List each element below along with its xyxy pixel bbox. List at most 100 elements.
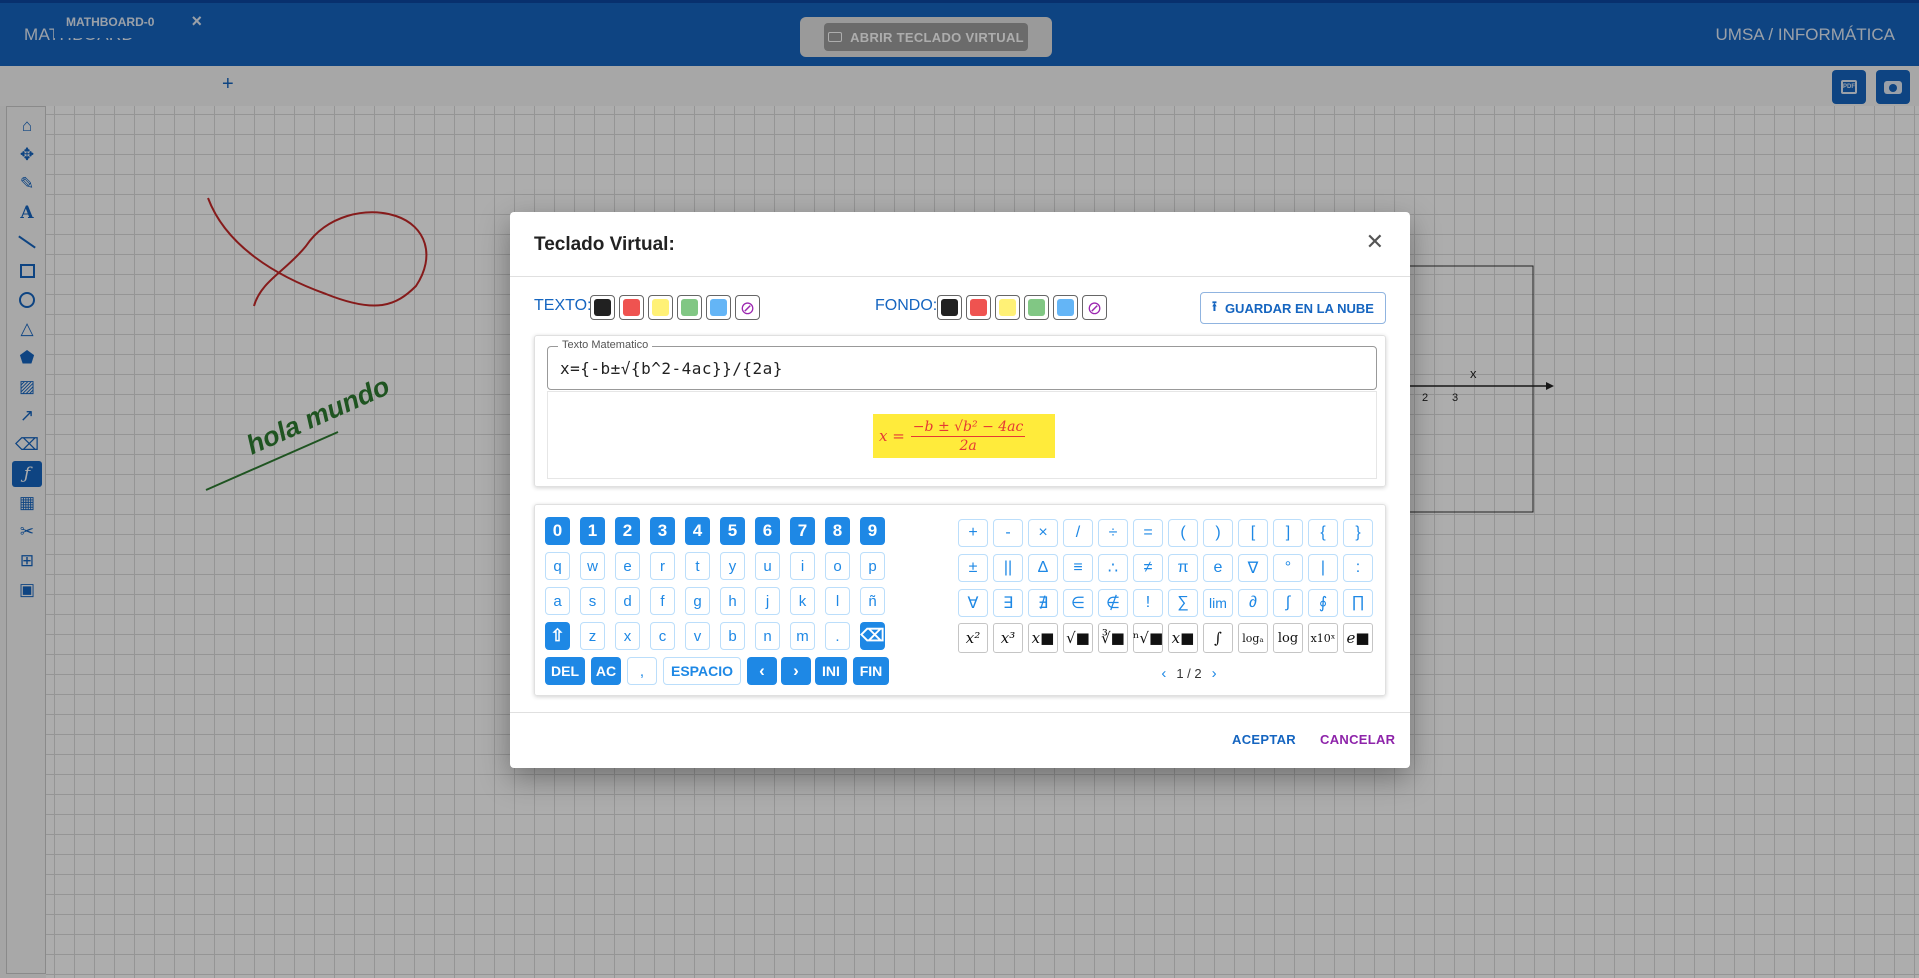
tpl-sqrt[interactable]: √■ bbox=[1063, 623, 1093, 653]
cursor-right-key[interactable]: › bbox=[781, 657, 811, 685]
tpl-log-base[interactable]: logₐ bbox=[1238, 623, 1268, 653]
sym-integral[interactable]: ∫ bbox=[1273, 589, 1303, 617]
key-m[interactable]: m bbox=[790, 622, 815, 650]
key-a[interactable]: a bbox=[545, 587, 570, 615]
text-color-yellow[interactable] bbox=[648, 295, 673, 320]
key-f[interactable]: f bbox=[650, 587, 675, 615]
math-text-field[interactable]: Texto Matematico x={-b±√{b^2-4ac}}/{2a} bbox=[547, 339, 1377, 390]
tpl-square[interactable]: x² bbox=[958, 623, 988, 653]
key-h[interactable]: h bbox=[720, 587, 745, 615]
key-d[interactable]: d bbox=[615, 587, 640, 615]
bg-color-green[interactable] bbox=[1024, 295, 1049, 320]
tpl-subscript[interactable]: x■ bbox=[1168, 623, 1198, 653]
key-s[interactable]: s bbox=[580, 587, 605, 615]
sym-minus[interactable]: - bbox=[993, 519, 1023, 547]
key-8[interactable]: 8 bbox=[825, 517, 850, 545]
sym-times[interactable]: × bbox=[1028, 519, 1058, 547]
sym-notin[interactable]: ∉ bbox=[1098, 589, 1128, 617]
text-color-black[interactable] bbox=[590, 295, 615, 320]
key-9[interactable]: 9 bbox=[860, 517, 885, 545]
del-key[interactable]: DEL bbox=[545, 657, 585, 685]
tpl-sci-notation[interactable]: x10ˣ bbox=[1308, 623, 1338, 653]
key-v[interactable]: v bbox=[685, 622, 710, 650]
bg-color-black[interactable] bbox=[937, 295, 962, 320]
close-icon[interactable]: ✕ bbox=[1366, 230, 1384, 254]
text-color-red[interactable] bbox=[619, 295, 644, 320]
home-key[interactable]: INI bbox=[815, 657, 847, 685]
text-color-green[interactable] bbox=[677, 295, 702, 320]
cancel-button[interactable]: CANCELAR bbox=[1320, 732, 1395, 747]
sym-equals[interactable]: = bbox=[1133, 519, 1163, 547]
sym-plusminus[interactable]: ± bbox=[958, 554, 988, 582]
sym-lparen[interactable]: ( bbox=[1168, 519, 1198, 547]
chevron-right-icon[interactable]: › bbox=[1212, 665, 1217, 682]
text-color-none[interactable]: ⊘ bbox=[735, 295, 760, 320]
key-4[interactable]: 4 bbox=[685, 517, 710, 545]
comma-key[interactable]: , bbox=[627, 657, 657, 685]
key-t[interactable]: t bbox=[685, 552, 710, 580]
key-q[interactable]: q bbox=[545, 552, 570, 580]
key-p[interactable]: p bbox=[860, 552, 885, 580]
tpl-power[interactable]: x■ bbox=[1028, 623, 1058, 653]
sym-partial[interactable]: ∂ bbox=[1238, 589, 1268, 617]
key-u[interactable]: u bbox=[755, 552, 780, 580]
sym-pi[interactable]: π bbox=[1168, 554, 1198, 582]
tpl-log[interactable]: log bbox=[1273, 623, 1303, 653]
tpl-integral[interactable]: ∫ bbox=[1203, 623, 1233, 653]
sym-forall[interactable]: ∀ bbox=[958, 589, 988, 617]
sym-lbrace[interactable]: { bbox=[1308, 519, 1338, 547]
tpl-exp[interactable]: e■ bbox=[1343, 623, 1373, 653]
key-n[interactable]: n bbox=[755, 622, 780, 650]
sym-degree[interactable]: ° bbox=[1273, 554, 1303, 582]
sym-notequal[interactable]: ≠ bbox=[1133, 554, 1163, 582]
key-6[interactable]: 6 bbox=[755, 517, 780, 545]
sym-rbrace[interactable]: } bbox=[1343, 519, 1373, 547]
sym-nabla[interactable]: ∇ bbox=[1238, 554, 1268, 582]
bg-color-none[interactable]: ⊘ bbox=[1082, 295, 1107, 320]
key-5[interactable]: 5 bbox=[720, 517, 745, 545]
tpl-cbrt[interactable]: ∛■ bbox=[1098, 623, 1128, 653]
key-j[interactable]: j bbox=[755, 587, 780, 615]
key-b[interactable]: b bbox=[720, 622, 745, 650]
key-e[interactable]: e bbox=[615, 552, 640, 580]
key-c[interactable]: c bbox=[650, 622, 675, 650]
sym-lim[interactable]: lim bbox=[1203, 589, 1233, 617]
ac-key[interactable]: AC bbox=[591, 657, 621, 685]
sym-contour-integral[interactable]: ∮ bbox=[1308, 589, 1338, 617]
key-r[interactable]: r bbox=[650, 552, 675, 580]
text-color-blue[interactable] bbox=[706, 295, 731, 320]
sym-sum[interactable]: ∑ bbox=[1168, 589, 1198, 617]
tpl-nroot[interactable]: ⁿ√■ bbox=[1133, 623, 1163, 653]
tpl-cube[interactable]: x³ bbox=[993, 623, 1023, 653]
key-o[interactable]: o bbox=[825, 552, 850, 580]
key-i[interactable]: i bbox=[790, 552, 815, 580]
cursor-left-key[interactable]: ‹ bbox=[747, 657, 777, 685]
key-g[interactable]: g bbox=[685, 587, 710, 615]
key-7[interactable]: 7 bbox=[790, 517, 815, 545]
sym-lbracket[interactable]: [ bbox=[1238, 519, 1268, 547]
sym-product[interactable]: ∏ bbox=[1343, 589, 1373, 617]
sym-in[interactable]: ∈ bbox=[1063, 589, 1093, 617]
sym-colon[interactable]: : bbox=[1343, 554, 1373, 582]
key-1[interactable]: 1 bbox=[580, 517, 605, 545]
sym-slash[interactable]: / bbox=[1063, 519, 1093, 547]
sym-plus[interactable]: + bbox=[958, 519, 988, 547]
key-n-tilde[interactable]: ñ bbox=[860, 587, 885, 615]
key-l[interactable]: l bbox=[825, 587, 850, 615]
sym-bar[interactable]: | bbox=[1308, 554, 1338, 582]
sym-divide[interactable]: ÷ bbox=[1098, 519, 1128, 547]
sym-therefore[interactable]: ∴ bbox=[1098, 554, 1128, 582]
key-z[interactable]: z bbox=[580, 622, 605, 650]
bg-color-blue[interactable] bbox=[1053, 295, 1078, 320]
sym-factorial[interactable]: ! bbox=[1133, 589, 1163, 617]
key-period[interactable]: . bbox=[825, 622, 850, 650]
sym-rbracket[interactable]: ] bbox=[1273, 519, 1303, 547]
sym-exists[interactable]: ∃ bbox=[993, 589, 1023, 617]
bg-color-yellow[interactable] bbox=[995, 295, 1020, 320]
key-x[interactable]: x bbox=[615, 622, 640, 650]
sym-rparen[interactable]: ) bbox=[1203, 519, 1233, 547]
end-key[interactable]: FIN bbox=[853, 657, 889, 685]
save-cloud-button[interactable]: ⭱ GUARDAR EN LA NUBE bbox=[1200, 292, 1386, 324]
key-w[interactable]: w bbox=[580, 552, 605, 580]
key-k[interactable]: k bbox=[790, 587, 815, 615]
